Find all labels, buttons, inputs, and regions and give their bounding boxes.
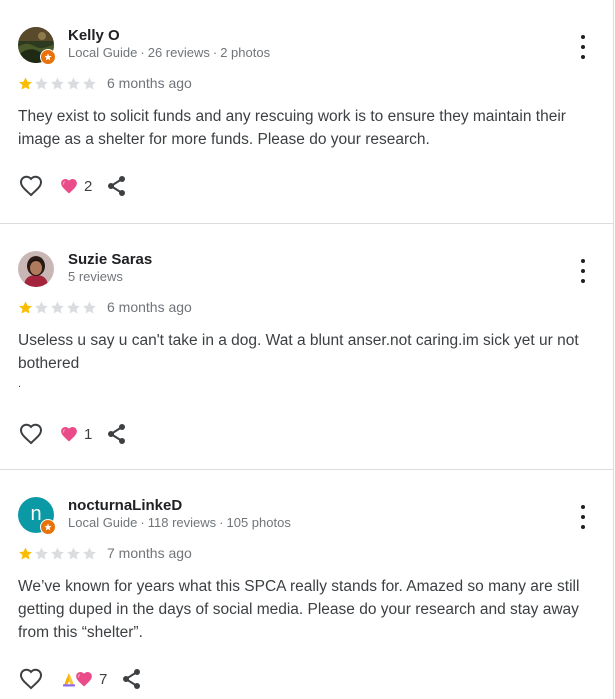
star-empty-icon xyxy=(51,547,64,559)
review-count: 26 reviews xyxy=(147,45,210,60)
share-icon xyxy=(108,424,126,444)
star-empty-icon xyxy=(83,547,96,559)
reviews-panel: Kelly O Local Guide · 26 reviews · 2 photos … xyxy=(0,0,614,699)
like-button[interactable] xyxy=(18,667,44,691)
local-guide-label: Local Guide xyxy=(68,515,138,530)
reactions[interactable]: 1 xyxy=(60,425,92,443)
local-guide-badge-icon xyxy=(40,519,56,535)
review-actions: 7 xyxy=(18,667,143,691)
star-empty-icon xyxy=(67,77,80,89)
rating-row: 6 months ago xyxy=(18,75,192,91)
heart-outline-icon xyxy=(19,423,43,445)
share-icon xyxy=(108,176,126,196)
avatar[interactable]: n xyxy=(18,497,56,535)
review-card: n nocturnaLinkeD Local Guide · 118 reviews… xyxy=(0,469,613,699)
share-button[interactable] xyxy=(106,422,128,446)
star-rating xyxy=(18,76,97,91)
star-empty-icon xyxy=(35,547,48,559)
reviewer-meta: 5 reviews xyxy=(68,269,123,284)
rating-row: 6 months ago xyxy=(18,299,192,315)
heart-reaction-icon xyxy=(61,178,77,194)
heart-reaction-icon xyxy=(61,426,77,442)
reaction-count: 1 xyxy=(84,425,93,443)
star-empty-icon xyxy=(35,77,48,89)
share-icon xyxy=(123,669,141,689)
review-text: They exist to solicit funds and any resc… xyxy=(18,108,566,148)
review-actions: 2 xyxy=(18,174,128,198)
local-guide-badge-icon xyxy=(40,49,56,65)
reactions[interactable]: 2 xyxy=(60,177,92,195)
reviewer-name[interactable]: Suzie Saras xyxy=(68,251,152,268)
more-options-icon[interactable] xyxy=(575,505,591,529)
heart-outline-icon xyxy=(19,175,43,197)
star-filled-icon xyxy=(19,77,32,89)
star-filled-icon xyxy=(19,301,32,313)
reviewer-name[interactable]: Kelly O xyxy=(68,27,120,44)
rating-row: 7 months ago xyxy=(18,545,192,561)
share-button[interactable] xyxy=(106,174,128,198)
star-empty-icon xyxy=(51,301,64,313)
star-rating xyxy=(18,300,97,315)
star-empty-icon xyxy=(67,547,80,559)
like-button[interactable] xyxy=(18,174,44,198)
star-filled-icon xyxy=(19,547,32,559)
avatar-letter: n xyxy=(30,503,42,525)
review-time: 7 months ago xyxy=(107,545,192,561)
review-count: 5 reviews xyxy=(68,269,123,284)
more-options-icon[interactable] xyxy=(575,35,591,59)
star-empty-icon xyxy=(51,77,64,89)
review-text: We’ve known for years what this SPCA rea… xyxy=(18,578,580,641)
star-empty-icon xyxy=(83,77,96,89)
share-button[interactable] xyxy=(121,667,143,691)
photo-count: 105 photos xyxy=(226,515,291,530)
reviewer-name[interactable]: nocturnaLinkeD xyxy=(68,497,182,514)
review-card: Kelly O Local Guide · 26 reviews · 2 photos … xyxy=(0,0,613,223)
star-empty-icon xyxy=(35,301,48,313)
review-card: Suzie Saras 5 reviews 6 months ago Usele… xyxy=(0,223,613,469)
local-guide-label: Local Guide xyxy=(68,45,138,60)
reactions[interactable]: 7 xyxy=(60,670,107,688)
star-empty-icon xyxy=(67,301,80,313)
reaction-count: 2 xyxy=(84,177,93,195)
photo-count: 2 photos xyxy=(220,45,271,60)
review-count: 118 reviews xyxy=(147,515,217,530)
review-time: 6 months ago xyxy=(107,75,192,91)
avatar[interactable] xyxy=(18,27,56,65)
reviewer-meta: Local Guide · 118 reviews · 105 photos xyxy=(68,515,291,530)
star-empty-icon xyxy=(83,301,96,313)
reaction-count: 7 xyxy=(99,670,108,688)
review-actions: 1 xyxy=(18,422,128,446)
star-rating xyxy=(18,546,97,561)
avatar[interactable] xyxy=(18,251,54,287)
review-time: 6 months ago xyxy=(107,299,192,315)
more-options-icon[interactable] xyxy=(575,259,591,283)
heart-reaction-icon xyxy=(76,671,92,687)
review-text: Useless u say u can't take in a dog. Wat… xyxy=(18,332,579,390)
like-button[interactable] xyxy=(18,422,44,446)
heart-outline-icon xyxy=(19,668,43,690)
reviewer-meta: Local Guide · 26 reviews · 2 photos xyxy=(68,45,271,60)
